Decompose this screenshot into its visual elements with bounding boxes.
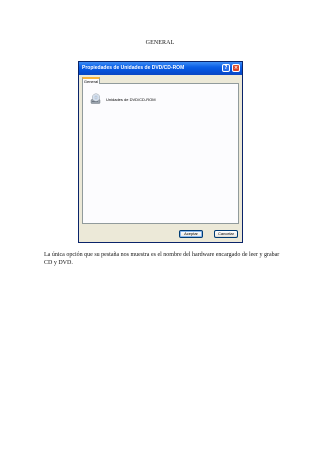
close-button[interactable]: × bbox=[232, 64, 240, 72]
dialog-title: Propiedades de Unidades de DVD/CD-ROM bbox=[82, 65, 185, 71]
cd-drive-icon bbox=[90, 93, 101, 104]
cancel-button[interactable]: Cancelar bbox=[214, 230, 238, 238]
ok-button[interactable]: Aceptar bbox=[179, 230, 203, 238]
help-button[interactable]: ? bbox=[222, 64, 230, 72]
description-paragraph: La única opción que su pestaña nos muest… bbox=[44, 252, 280, 266]
general-tab-panel: Unidades de DVD/CD-ROM bbox=[82, 83, 239, 224]
tab-general[interactable]: General bbox=[82, 77, 100, 84]
document-page: GENERAL Propiedades de Unidades de DVD/C… bbox=[0, 0, 320, 453]
properties-dialog: Propiedades de Unidades de DVD/CD-ROM ? … bbox=[78, 61, 243, 243]
dialog-titlebar[interactable]: Propiedades de Unidades de DVD/CD-ROM ? … bbox=[79, 62, 242, 75]
device-label[interactable]: Unidades de DVD/CD-ROM bbox=[106, 97, 156, 102]
page-heading: GENERAL bbox=[145, 40, 175, 46]
